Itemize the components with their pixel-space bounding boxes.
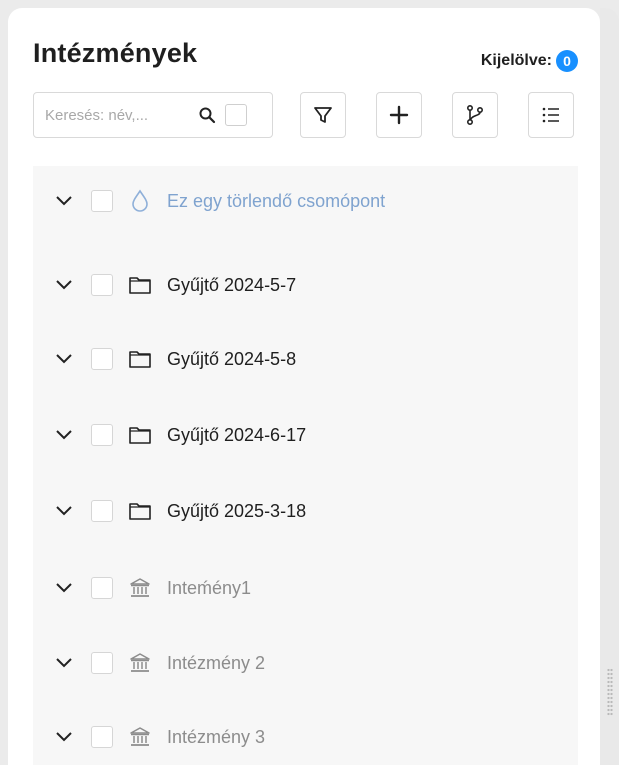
search-box (33, 92, 273, 138)
branch-button[interactable] (452, 92, 498, 138)
bank-icon (128, 725, 152, 749)
node-label[interactable]: Inteḿény1 (167, 578, 251, 599)
chevron-down-icon[interactable] (55, 654, 73, 672)
selected-count-badge: 0 (556, 50, 578, 72)
node-label[interactable]: Gyűjtő 2025-3-18 (167, 501, 306, 522)
tree-node[interactable]: Gyűjtő 2024-6-17 (33, 415, 578, 455)
node-label[interactable]: Gyűjtő 2024-5-8 (167, 349, 296, 370)
bank-icon (128, 651, 152, 675)
node-label[interactable]: Gyűjtő 2024-6-17 (167, 425, 306, 446)
drop-icon (128, 189, 152, 213)
node-checkbox[interactable] (91, 577, 113, 599)
folder-icon (128, 273, 152, 297)
node-checkbox[interactable] (91, 274, 113, 296)
node-label[interactable]: Intézmény 3 (167, 727, 265, 748)
node-label[interactable]: Ez egy törlendő csomópont (167, 191, 385, 212)
filter-button[interactable] (300, 92, 346, 138)
scrollbar-track[interactable] (600, 8, 619, 765)
node-checkbox[interactable] (91, 500, 113, 522)
institution-tree: Ez egy törlendő csomópont Gyűjtő 2024-5-… (33, 166, 578, 765)
search-exact-checkbox[interactable] (225, 104, 247, 126)
institutions-panel: Intézmények Kijelölve: 0 Keresés: név,..… (8, 8, 600, 765)
resize-grip-icon[interactable] (607, 668, 613, 716)
list-icon (542, 107, 559, 123)
chevron-down-icon[interactable] (55, 728, 73, 746)
chevron-down-icon[interactable] (55, 502, 73, 520)
git-branch-icon (466, 104, 484, 126)
page-title: Intézmények (33, 38, 198, 68)
tree-node[interactable]: Intézmény 2 (33, 643, 578, 683)
node-checkbox[interactable] (91, 348, 113, 370)
tree-node[interactable]: Gyűjtő 2024-5-7 (33, 265, 578, 305)
node-label[interactable]: Gyűjtő 2024-5-7 (167, 275, 296, 296)
node-checkbox[interactable] (91, 424, 113, 446)
folder-icon (128, 499, 152, 523)
tree-node[interactable]: Gyűjtő 2025-3-18 (33, 491, 578, 531)
node-checkbox[interactable] (91, 652, 113, 674)
filter-icon (314, 107, 332, 123)
search-input[interactable] (43, 105, 193, 125)
search-icon[interactable] (197, 105, 217, 125)
node-label[interactable]: Intézmény 2 (167, 653, 265, 674)
folder-icon (128, 347, 152, 371)
chevron-down-icon[interactable] (55, 426, 73, 444)
tree-node[interactable]: Ez egy törlendő csomópont (33, 181, 578, 221)
node-checkbox[interactable] (91, 726, 113, 748)
selection-counter: Kijelölve: 0 (481, 50, 578, 72)
folder-icon (128, 423, 152, 447)
chevron-down-icon[interactable] (55, 350, 73, 368)
node-checkbox[interactable] (91, 190, 113, 212)
chevron-down-icon[interactable] (55, 579, 73, 597)
chevron-down-icon[interactable] (55, 192, 73, 210)
selected-label: Kijelölve: (480, 52, 552, 69)
chevron-down-icon[interactable] (55, 276, 73, 294)
plus-icon (389, 105, 409, 125)
tree-node[interactable]: Gyűjtő 2024-5-8 (33, 339, 578, 379)
bank-icon (128, 576, 152, 600)
list-button[interactable] (528, 92, 574, 138)
tree-node[interactable]: Intézmény 3 (33, 717, 578, 757)
add-button[interactable] (376, 92, 422, 138)
tree-node[interactable]: Inteḿény1 (33, 568, 578, 608)
